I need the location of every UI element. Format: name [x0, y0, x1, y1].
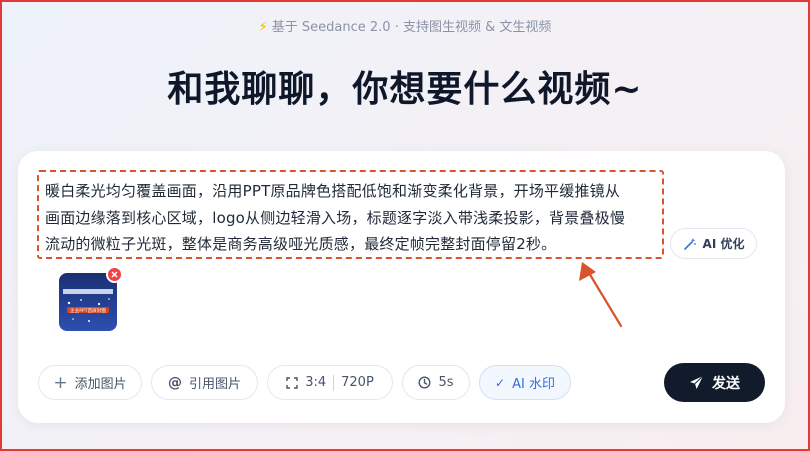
at-icon: @	[167, 374, 182, 391]
prompt-line-3: 流动的微粒子光斑，整体是商务高级哑光质感，最终定帧完整封面停留2秒。	[45, 235, 557, 253]
ai-optimize-label: AI 优化	[702, 237, 745, 251]
check-icon: ✓	[495, 375, 506, 390]
subtitle-text: 基于 Seedance 2.0 · 支持图生视频 & 文生视频	[271, 20, 552, 35]
composer-card: 暖白柔光均匀覆盖画面，沿用PPT原品牌色搭配低饱和渐变柔化背景，开场平缓推镜从 …	[18, 151, 785, 423]
plus-icon: +	[53, 372, 68, 393]
send-icon	[690, 375, 704, 389]
reference-image-label: 引用图片	[188, 377, 241, 392]
aspect-ratio-icon	[286, 376, 298, 389]
ratio-label: 3:4	[305, 375, 327, 390]
send-label: 发送	[712, 375, 740, 392]
thumbnail-image: 企业PPT首屏封面	[59, 273, 117, 331]
ai-optimize-button[interactable]: AI 优化	[670, 228, 757, 259]
lightning-icon: ⚡	[258, 20, 268, 35]
magic-wand-icon	[683, 237, 696, 250]
reference-image-button[interactable]: @ 引用图片	[151, 365, 258, 400]
remove-image-button[interactable]	[106, 266, 123, 283]
ratio-resolution-selector[interactable]: 3:4 720P	[267, 365, 393, 400]
add-image-label: 添加图片	[74, 377, 127, 392]
header-subtitle: ⚡ 基于 Seedance 2.0 · 支持图生视频 & 文生视频	[2, 16, 808, 35]
duration-selector[interactable]: 5s	[402, 365, 470, 400]
prompt-input[interactable]: 暖白柔光均匀覆盖画面，沿用PPT原品牌色搭配低饱和渐变柔化背景，开场平缓推镜从 …	[37, 170, 664, 259]
page-title: 和我聊聊，你想要什么视频~	[167, 69, 643, 110]
divider	[333, 374, 335, 391]
ai-watermark-toggle[interactable]: ✓ AI 水印	[479, 365, 571, 400]
clock-icon	[418, 376, 431, 389]
ai-watermark-label: AI 水印	[512, 377, 555, 392]
thumbnail-caption: 企业PPT首屏封面	[70, 307, 106, 314]
add-image-button[interactable]: + 添加图片	[38, 365, 142, 400]
prompt-line-1: 暖白柔光均匀覆盖画面，沿用PPT原品牌色搭配低饱和渐变柔化背景，开场平缓推镜从	[45, 182, 621, 200]
close-icon	[111, 271, 118, 278]
resolution-label: 720P	[341, 375, 374, 390]
send-button[interactable]: 发送	[664, 363, 765, 402]
prompt-line-2: 画面边缘落到核心区域，logo从侧边轻滑入场，标题逐字淡入带浅柔投影，背景叠极慢	[45, 208, 626, 227]
attached-image-thumbnail[interactable]: 企业PPT首屏封面	[59, 273, 117, 331]
duration-label: 5s	[438, 375, 454, 390]
